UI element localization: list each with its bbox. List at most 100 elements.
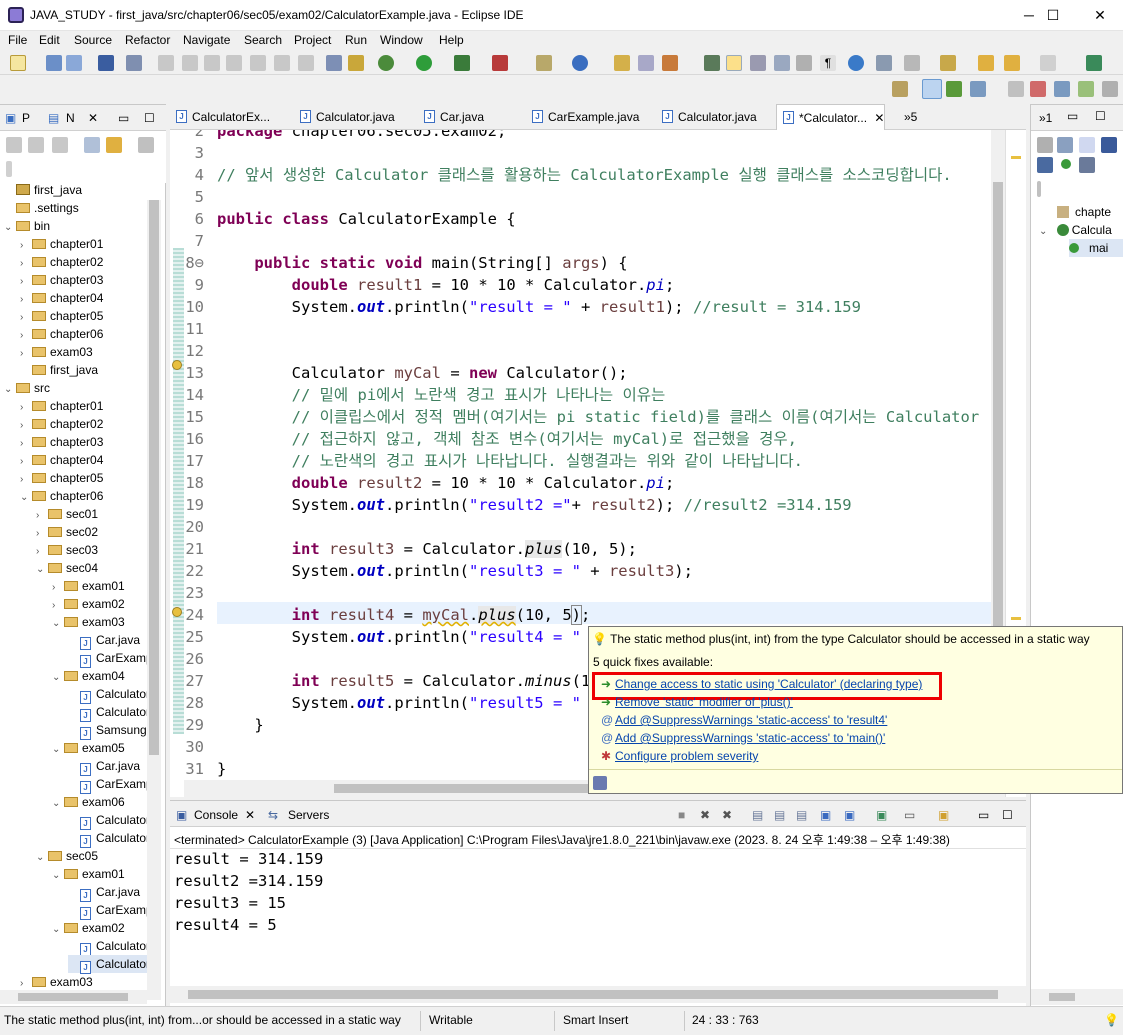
tab-navigator[interactable]: N [66,111,75,125]
pin-editor-icon[interactable] [876,55,892,71]
outline-horizontal-scrollbar[interactable] [1031,989,1123,1005]
editor-tab[interactable]: J Calculator.java [656,104,757,130]
clear-console-icon[interactable]: ▤ [752,808,763,822]
tree-item-java-file[interactable]: J Calculator [68,955,147,974]
view-menu-dots-icon[interactable] [6,161,12,177]
quick-fix-configure-severity[interactable]: ✱ Configure problem severity [601,749,758,763]
resume-icon[interactable] [158,55,174,71]
open-type-icon[interactable] [614,55,630,71]
code-line[interactable]: 21 int result3 = Calculator.plus(10, 5); [170,538,991,560]
show-stdout-icon[interactable]: ▣ [820,808,831,822]
collapse-outline-icon[interactable] [1057,137,1073,153]
warning-marker-icon[interactable] [172,607,182,617]
menu-project[interactable]: Project [294,33,331,47]
pilcrow-icon[interactable]: ¶ [820,55,836,71]
expand-arrow-icon[interactable]: ⌄ [52,615,64,633]
expand-arrow-icon[interactable]: ⌄ [52,921,64,939]
terminate-console-icon[interactable]: ■ [678,808,685,822]
tab-package-explorer[interactable]: P [22,111,30,125]
tree-item-folder[interactable]: .settings [4,199,79,217]
scroll-thumb[interactable] [149,200,159,755]
tree-item-folder[interactable]: ⌄ sec04 [36,559,98,577]
last-edit-icon[interactable] [978,55,994,71]
code-line[interactable]: 18 double result2 = 10 * 10 * Calculator… [170,472,991,494]
up-nav-icon[interactable] [52,137,68,153]
scroll-thumb[interactable] [1049,993,1075,1001]
tree-item-folder[interactable]: › sec02 [36,523,98,541]
tree-item-folder[interactable]: ⌄ src [4,379,50,397]
tree-item-java-file[interactable]: J Car.java [68,883,140,902]
collapse-arrow-icon[interactable]: › [20,975,32,989]
overview-warning-mark[interactable] [1011,617,1021,620]
quick-fix-suppress-main[interactable]: @ Add @SuppressWarnings 'static-access' t… [601,731,885,745]
outline-item-package[interactable]: chapte [1057,205,1111,219]
editor-tab[interactable]: J Calculator.java [294,104,395,130]
code-line[interactable]: 5 [170,186,991,208]
menu-refactor[interactable]: Refactor [125,33,170,47]
terminate-icon[interactable] [204,55,220,71]
hide-local-types-icon[interactable] [1061,159,1071,169]
minimize-view-icon[interactable]: ▭ [118,111,129,125]
tree-item-folder[interactable]: first_java [20,361,98,379]
code-line[interactable]: 13 Calculator myCal = new Calculator(); [170,362,991,384]
menu-navigate[interactable]: Navigate [183,33,230,47]
code-line[interactable]: 8⊖ public static void main(String[] args… [170,252,991,274]
forward-icon[interactable] [1040,55,1056,71]
editor-tab[interactable]: J Car.java [418,104,484,130]
tree-item-folder[interactable]: › chapter03 [20,433,103,451]
tree-item-java-file[interactable]: J Calculator [68,811,147,830]
menu-window[interactable]: Window [380,33,423,47]
tree-item-folder[interactable]: › chapter05 [20,469,103,487]
link-with-editor-icon[interactable] [1079,157,1095,173]
new-class-icon[interactable] [572,55,588,71]
code-line[interactable]: 24 int result4 = myCal.plus(10, 5); [170,604,991,626]
external-tools-icon[interactable] [492,55,508,71]
menu-edit[interactable]: Edit [39,33,60,47]
tree-item-folder[interactable]: ⌄ exam02 [52,919,125,937]
quick-fix-remove-static[interactable]: ➜ Remove 'static' modifier of 'plus()' [601,695,793,709]
save-icon[interactable] [46,55,62,71]
back-nav-icon[interactable] [6,137,22,153]
code-line[interactable]: 4 // 앞서 생성한 Calculator 클래스를 활용하는 Calculat… [170,164,991,186]
quick-fix-change-access[interactable]: ➜ Change access to static using 'Calculat… [601,677,922,691]
pin-console-icon[interactable]: ▣ [876,808,887,822]
open-perspective-icon[interactable] [892,81,908,97]
code-line[interactable]: 23 [170,582,991,604]
expand-arrow-icon[interactable]: ⌄ [36,561,48,579]
close-view-icon[interactable]: ✕ [245,808,255,822]
mark-occurrences-icon[interactable] [348,55,364,71]
tree-item-java-file[interactable]: JCarExamp [68,901,147,920]
code-line[interactable]: 3 [170,142,991,164]
tree-item-folder[interactable]: › sec01 [36,505,98,523]
block-selection-icon[interactable] [774,55,790,71]
search-icon[interactable] [662,55,678,71]
menu-file[interactable]: File [8,33,27,47]
step-return-icon[interactable] [298,55,314,71]
tree-item-java-file[interactable]: J Car.java [68,757,140,776]
view-icon[interactable] [1030,81,1046,97]
tree-item-folder[interactable]: ⌄ exam05 [52,739,125,757]
open-console-icon[interactable]: ▣ [938,808,949,822]
java-ee-perspective-icon[interactable] [970,81,986,97]
globe-icon[interactable] [848,55,864,71]
view-menu-icon[interactable] [1037,181,1041,197]
tree-item-java-file[interactable]: JCarExamp [68,775,147,794]
close-button[interactable]: ✕ [1077,0,1123,31]
menu-source[interactable]: Source [74,33,112,47]
toggle-word-wrap-icon[interactable] [750,55,766,71]
expand-arrow-icon[interactable]: ⌄ [52,867,64,885]
tree-item-folder[interactable]: first_java [4,181,82,199]
tree-item-folder[interactable]: › exam03 [20,973,93,989]
overview-warning-mark[interactable] [1011,156,1021,159]
show-stderr-icon[interactable]: ▣ [844,808,855,822]
code-line[interactable]: 20 [170,516,991,538]
expand-arrow-icon[interactable]: ⌄ [4,381,16,399]
show-whitespace-icon[interactable] [796,55,812,71]
step-into-icon[interactable] [250,55,266,71]
scroll-thumb[interactable] [188,990,998,999]
view-menu-icon[interactable] [138,137,154,153]
view4-icon[interactable] [1102,81,1118,97]
tree-item-folder[interactable]: ⌄ exam01 [52,865,125,883]
tree-item-java-file[interactable]: JSamsungC [68,721,147,740]
tree-item-java-file[interactable]: JCarExamp [68,649,147,668]
